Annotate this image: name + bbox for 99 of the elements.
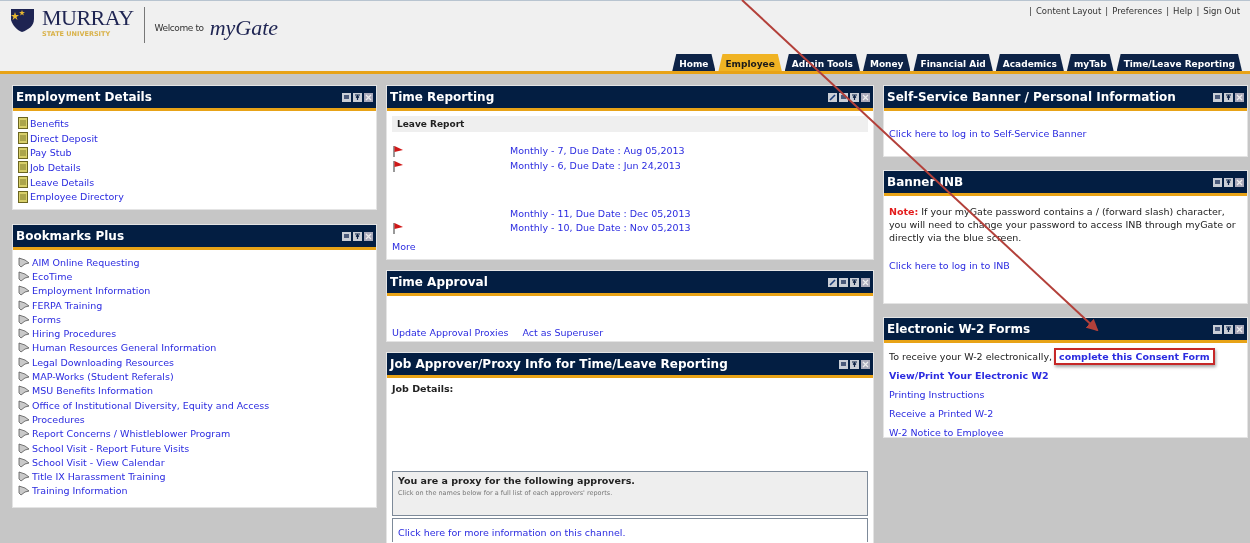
header-link[interactable]: Content Layout: [1035, 6, 1102, 16]
nav-tab[interactable]: Employee: [718, 54, 782, 71]
link[interactable]: Title IX Harassment Training: [32, 471, 166, 483]
consent-link[interactable]: complete this Consent Form: [1054, 347, 1215, 365]
nav-tab[interactable]: Academics: [995, 54, 1064, 71]
link[interactable]: MAP-Works (Student Referals): [32, 371, 174, 382]
link[interactable]: Employment Information: [32, 285, 151, 297]
edit-icon[interactable]: [828, 277, 837, 287]
link[interactable]: MSU Benefits Information: [32, 385, 154, 397]
report-link[interactable]: Monthly - 10, Due Date : Nov 05,2013: [510, 222, 691, 234]
brand-name: myGate: [209, 15, 279, 41]
maximize-icon[interactable]: [850, 359, 859, 369]
close-icon[interactable]: [1235, 177, 1244, 187]
maximize-icon[interactable]: [1224, 177, 1233, 187]
link[interactable]: Pay Stub: [30, 147, 72, 159]
close-icon[interactable]: [861, 359, 870, 369]
header-link[interactable]: Preferences: [1112, 6, 1163, 16]
minimize-icon[interactable]: [342, 92, 351, 102]
close-icon[interactable]: [364, 231, 373, 241]
edit-icon[interactable]: [828, 92, 837, 102]
link[interactable]: Legal Downloading Resources: [32, 356, 174, 368]
separator: |: [1166, 6, 1170, 16]
close-icon[interactable]: [1235, 324, 1244, 334]
document-icon: [18, 176, 28, 188]
document-icon: [18, 132, 28, 144]
link[interactable]: EcoTime: [32, 270, 73, 282]
link[interactable]: Forms: [32, 313, 61, 325]
header-link[interactable]: Sign Out: [1203, 6, 1240, 16]
panel-title: Bookmarks Plus: [16, 229, 125, 243]
field-label: Job Details:: [392, 383, 455, 394]
link[interactable]: Hiring Procedures: [32, 328, 117, 340]
close-icon[interactable]: [861, 277, 870, 287]
maximize-icon[interactable]: [353, 231, 362, 241]
panel-title: Time Reporting: [390, 90, 495, 104]
nav-tab[interactable]: Financial Aid: [913, 54, 993, 71]
close-icon[interactable]: [364, 92, 373, 102]
login-link[interactable]: Click here to log in to Self-Service Banner: [889, 128, 1242, 139]
view-print-link[interactable]: View/Print Your Electronic W2: [889, 370, 1049, 381]
link[interactable]: Direct Deposit: [30, 132, 98, 144]
intro-text: To receive your W-2 electronically,: [889, 350, 1053, 362]
link[interactable]: Training Information: [32, 485, 128, 497]
minimize-icon[interactable]: [839, 359, 848, 369]
shield-logo-icon: [10, 7, 36, 33]
separator: |: [1196, 6, 1200, 16]
link[interactable]: AIM Online Requesting: [32, 256, 140, 268]
link[interactable]: Job Details: [30, 161, 81, 173]
report-link[interactable]: Monthly - 7, Due Date : Aug 05,2013: [510, 145, 685, 157]
link[interactable]: School Visit - Report Future Visits: [32, 442, 190, 454]
close-icon[interactable]: [1235, 92, 1244, 102]
maximize-icon[interactable]: [1224, 324, 1233, 334]
minimize-icon[interactable]: [1213, 177, 1222, 187]
link[interactable]: Printing Instructions: [889, 389, 985, 400]
minimize-icon[interactable]: [1213, 324, 1222, 334]
link[interactable]: Benefits: [30, 117, 69, 129]
link[interactable]: Human Resources General Information: [32, 342, 217, 354]
header-link[interactable]: Help: [1173, 6, 1193, 16]
link[interactable]: Receive a Printed W-2: [889, 408, 994, 419]
minimize-icon[interactable]: [1213, 92, 1222, 102]
section-heading: Leave Report: [392, 116, 868, 132]
document-icon: [18, 161, 28, 174]
separator: |: [1029, 6, 1032, 16]
link[interactable]: FERPA Training: [32, 299, 103, 311]
logo-wordmark: MURRAY: [42, 7, 134, 29]
nav-tab[interactable]: Money: [862, 54, 911, 71]
link[interactable]: Procedures: [32, 413, 85, 425]
report-link[interactable]: Monthly - 6, Due Date : Jun 24,2013: [510, 160, 681, 172]
close-icon[interactable]: [861, 92, 870, 102]
nav-tab[interactable]: Home: [672, 54, 716, 71]
link[interactable]: Leave Details: [30, 176, 95, 188]
separator: |: [1105, 6, 1109, 16]
panel-title: Self-Service Banner / Personal Information: [887, 90, 1176, 104]
login-link[interactable]: Click here to log in to INB: [889, 260, 1010, 271]
panel-title: Banner INB: [887, 175, 964, 189]
maximize-icon[interactable]: [1224, 92, 1233, 102]
maximize-icon[interactable]: [850, 92, 859, 102]
welcome-text: Welcome to: [154, 23, 204, 33]
link[interactable]: Employee Directory: [30, 191, 124, 203]
link[interactable]: School Visit - View Calendar: [32, 456, 165, 468]
panel-title: Job Approver/Proxy Info for Time/Leave Reporting: [390, 357, 728, 371]
link[interactable]: Update Approval Proxies: [392, 327, 509, 338]
link[interactable]: Office of Institutional Diversity, Equity and Access: [32, 399, 270, 411]
minimize-icon[interactable]: [342, 231, 351, 241]
maximize-icon[interactable]: [353, 92, 362, 102]
document-icon: [18, 190, 28, 203]
maximize-icon[interactable]: [850, 277, 859, 287]
link[interactable]: Report Concerns / Whistleblower Program: [32, 428, 231, 440]
minimize-icon[interactable]: [839, 92, 848, 102]
link[interactable]: Act as Superuser: [522, 327, 604, 338]
panel-title: Employment Details: [16, 90, 152, 104]
nav-tab[interactable]: Time/Leave Reporting: [1116, 54, 1242, 71]
document-icon: [18, 146, 28, 159]
more-link[interactable]: More: [392, 241, 416, 252]
nav-tab[interactable]: myTab: [1066, 54, 1114, 71]
document-icon: [18, 117, 28, 130]
minimize-icon[interactable]: [839, 277, 848, 287]
report-link[interactable]: Monthly - 11, Due Date : Dec 05,2013: [510, 207, 691, 219]
proxy-heading: You are a proxy for the following approvers.: [398, 475, 636, 486]
panel-title: Electronic W-2 Forms: [887, 322, 1031, 336]
panel-title: Time Approval: [390, 275, 488, 289]
